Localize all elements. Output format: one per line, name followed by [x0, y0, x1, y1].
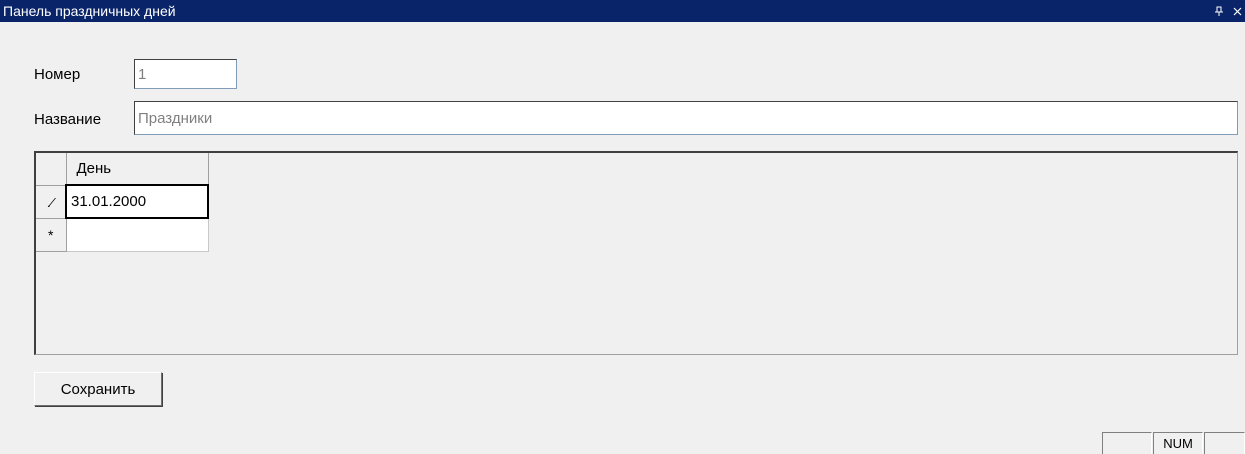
new-row-marker[interactable]: * [36, 218, 67, 252]
number-label: Номер [34, 66, 81, 83]
status-panel-1 [1102, 432, 1152, 454]
grid-corner-cell[interactable] [36, 153, 67, 186]
holidays-panel-window: Панель праздничных дней Номер Название Д… [0, 0, 1245, 454]
name-field[interactable] [134, 101, 1238, 135]
status-panel-num: NUM [1153, 432, 1203, 454]
table-row: .⁄ 31.01.2000 [36, 184, 209, 219]
title-bar: Панель праздничных дней [0, 0, 1245, 22]
window-title: Панель праздничных дней [3, 3, 176, 19]
day-cell[interactable]: 31.01.2000 [65, 184, 209, 219]
grid-table: День .⁄ 31.01.2000 * [36, 153, 209, 252]
pin-icon[interactable] [1211, 2, 1227, 20]
holidays-grid: День .⁄ 31.01.2000 * [34, 151, 1238, 355]
row-indicator[interactable]: .⁄ [36, 185, 67, 219]
status-panel-3 [1204, 432, 1245, 454]
pencil-icon: .⁄ [47, 194, 54, 210]
new-row: * [36, 218, 209, 252]
save-button[interactable]: Сохранить [34, 372, 162, 406]
grid-header-row: День [36, 153, 209, 186]
column-header-day[interactable]: День [66, 153, 209, 186]
name-label: Название [34, 111, 102, 128]
number-field[interactable] [134, 59, 237, 89]
close-icon[interactable] [1229, 2, 1245, 20]
new-day-cell[interactable] [66, 218, 209, 252]
